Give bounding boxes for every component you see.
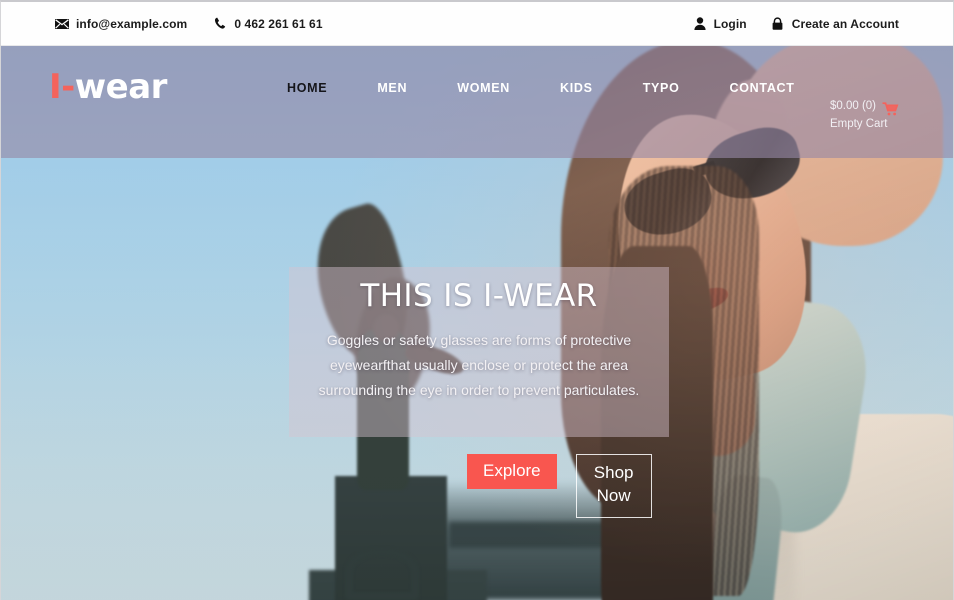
hero-section: THIS IS I-WEAR Goggles or safety glasses… xyxy=(1,46,953,600)
cart-total-row: $0.00 (0) xyxy=(830,98,899,116)
contact-email[interactable]: info@example.com xyxy=(55,17,187,31)
main-navigation: HOME MEN WOMEN KIDS TYPO CONTACT xyxy=(287,75,795,101)
cart-total: $0.00 (0) xyxy=(829,100,876,112)
user-icon xyxy=(693,17,707,31)
phone-icon xyxy=(213,17,227,31)
create-account-link[interactable]: Create an Account xyxy=(771,17,899,31)
topbar-contact-group: info@example.com 0 462 261 61 61 xyxy=(55,17,323,31)
statue-railing xyxy=(345,548,419,600)
envelope-icon xyxy=(55,17,69,31)
page-root: info@example.com 0 462 261 61 61 Login C… xyxy=(0,0,954,600)
nav-item-women[interactable]: WOMEN xyxy=(457,75,510,101)
login-label: Login xyxy=(713,16,747,31)
site-header: I-wear HOME MEN WOMEN KIDS TYPO CONTACT … xyxy=(1,46,953,158)
explore-button[interactable]: Explore xyxy=(467,454,557,490)
cart-status: Empty Cart xyxy=(829,117,888,130)
contact-phone-text: 0 462 261 61 61 xyxy=(234,16,323,31)
hero-subtitle: Goggles or safety glasses are forms of p… xyxy=(318,332,640,398)
nav-item-typo[interactable]: TYPO xyxy=(643,75,680,101)
hero-title: THIS IS I-WEAR xyxy=(360,278,598,314)
site-logo[interactable]: I-wear xyxy=(49,70,167,104)
topbar-account-group: Login Create an Account xyxy=(693,17,899,31)
logo-accent: I- xyxy=(49,67,75,107)
shopping-cart-icon xyxy=(882,100,899,116)
contact-email-text: info@example.com xyxy=(76,16,188,31)
login-link[interactable]: Login xyxy=(693,17,747,31)
hero-cta-group: Explore Shop Now xyxy=(467,454,652,518)
top-utility-bar: info@example.com 0 462 261 61 61 Login C… xyxy=(1,2,953,46)
shop-now-button[interactable]: Shop Now xyxy=(575,454,652,518)
nav-item-home[interactable]: HOME xyxy=(287,75,327,101)
lock-icon xyxy=(771,17,785,31)
nav-item-contact[interactable]: CONTACT xyxy=(730,75,795,101)
header-inner: I-wear HOME MEN WOMEN KIDS TYPO CONTACT … xyxy=(1,46,953,158)
nav-item-kids[interactable]: KIDS xyxy=(560,75,593,101)
logo-text: wear xyxy=(74,67,168,107)
nav-item-men[interactable]: MEN xyxy=(377,75,407,101)
cart-widget[interactable]: $0.00 (0) Empty Cart xyxy=(830,98,899,134)
create-account-label: Create an Account xyxy=(791,16,899,31)
contact-phone[interactable]: 0 462 261 61 61 xyxy=(213,17,322,31)
